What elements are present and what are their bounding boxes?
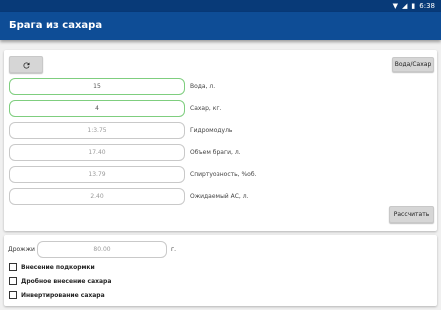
yeast-unit: г. [171,246,177,253]
wifi-icon: ▼ [392,2,399,10]
feeding-checkbox[interactable] [9,263,17,271]
app-bar: Брага из сахара [0,12,441,40]
alcohol-content-field[interactable]: 13.79 [9,166,185,183]
status-icons: ▼ ◢ ▮ 6:38 [393,0,435,12]
page-title: Брага из сахара [9,20,103,31]
status-time: 6:38 [419,2,435,10]
calculate-button[interactable]: Рассчитать [389,206,434,223]
refresh-button[interactable] [9,56,43,73]
yeast-label: Дрожжи [8,246,35,253]
feeding-checkbox-label: Внесение подкормки [21,263,95,271]
invert-sugar-checkbox-label: Инвертирование сахара [21,291,105,299]
hydromodule-field[interactable]: 1:3.75 [9,122,185,139]
status-bar: ▼ ◢ ▮ 6:38 [0,0,441,12]
battery-icon: ▮ [411,2,416,10]
water-input[interactable]: 15 [9,78,185,95]
expected-alcohol-label: Ожидаемый АС, л. [190,193,249,200]
alcohol-content-label: Спиртуозность, %об. [190,171,257,178]
signal-icon: ◢ [402,2,408,10]
refresh-icon [23,62,30,69]
calculator-card: Вода/Сахар 15 Вода, л. 4 Сахар, кг. 1:3.… [4,50,437,231]
water-label: Вода, л. [190,83,216,90]
sugar-input[interactable]: 4 [9,100,185,117]
mash-volume-field[interactable]: 17.40 [9,144,185,161]
fractional-sugar-checkbox[interactable] [9,277,17,285]
water-sugar-button[interactable]: Вода/Сахар [392,57,434,72]
feeding-checkbox-row[interactable]: Внесение подкормки [9,262,95,272]
sugar-label: Сахар, кг. [190,105,222,112]
hydromodule-label: Гидромодуль [190,127,233,134]
yeast-input[interactable]: 80.00 [37,241,167,258]
expected-alcohol-field[interactable]: 2.40 [9,188,185,205]
fractional-sugar-checkbox-row[interactable]: Дробное внесение сахара [9,276,111,286]
mash-volume-label: Объем браги, л. [190,149,241,156]
fractional-sugar-checkbox-label: Дробное внесение сахара [21,277,112,285]
options-card: Дрожжи 80.00 г. Внесение подкормки Дробн… [4,235,437,306]
invert-sugar-checkbox-row[interactable]: Инвертирование сахара [9,290,105,300]
invert-sugar-checkbox[interactable] [9,291,17,299]
